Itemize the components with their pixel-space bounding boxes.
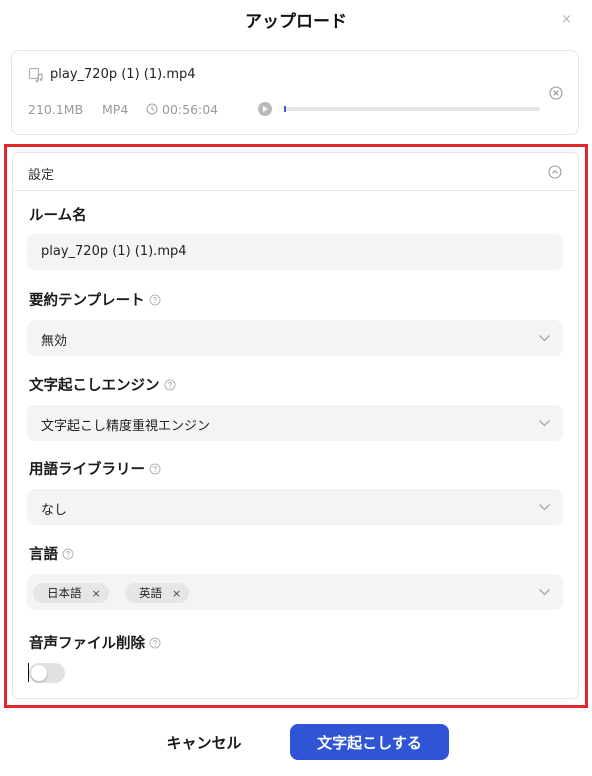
engine-label-text: 文字起こしエンジン — [29, 378, 160, 394]
question-circle-icon[interactable] — [149, 637, 161, 649]
playback-progress[interactable] — [284, 106, 540, 112]
toggle-knob — [31, 665, 47, 681]
language-tag: 英語 × — [125, 583, 190, 603]
close-icon[interactable]: × — [561, 13, 572, 26]
chevron-down-icon — [539, 335, 550, 342]
delete-audio-label-text: 音声ファイル削除 — [29, 636, 145, 652]
engine-label: 文字起こしエンジン — [29, 374, 176, 395]
focus-caret — [28, 663, 29, 682]
language-label: 言語 — [29, 543, 74, 564]
room-name-input[interactable]: play_720p (1) (1).mp4 — [27, 234, 563, 270]
term-library-value: なし — [41, 503, 68, 518]
summary-template-value: 無効 — [41, 334, 68, 349]
language-tag: 日本語 × — [33, 583, 109, 603]
playback-progress-fill — [284, 106, 286, 112]
file-size: 210.1MB — [28, 101, 84, 117]
language-tag-label: 英語 — [139, 586, 162, 600]
term-library-label-text: 用語ライブラリー — [29, 462, 145, 478]
question-circle-icon[interactable] — [164, 379, 176, 391]
language-label-text: 言語 — [29, 547, 58, 563]
play-icon[interactable] — [258, 102, 272, 116]
summary-template-label-text: 要約テンプレート — [29, 293, 145, 309]
transcribe-button[interactable]: 文字起こしする — [290, 724, 449, 760]
audio-file-icon — [28, 67, 43, 83]
engine-value: 文字起こし精度重視エンジン — [41, 419, 211, 434]
language-tag-label: 日本語 — [47, 586, 82, 600]
summary-template-label: 要約テンプレート — [29, 289, 161, 310]
term-library-select[interactable]: なし — [27, 489, 563, 525]
room-name-label: ルーム名 — [29, 204, 87, 225]
engine-select[interactable]: 文字起こし精度重視エンジン — [27, 405, 563, 441]
chevron-down-icon — [539, 504, 550, 511]
dialog-title: アップロード — [245, 12, 347, 32]
question-circle-icon[interactable] — [149, 294, 161, 306]
settings-header[interactable]: 設定 — [13, 153, 578, 191]
clock-icon — [146, 103, 158, 115]
tag-remove-icon[interactable]: × — [172, 587, 181, 600]
delete-audio-label: 音声ファイル削除 — [29, 632, 161, 653]
chevron-up-circle-icon[interactable] — [548, 165, 562, 179]
language-select[interactable]: 日本語 × 英語 × — [27, 574, 563, 610]
settings-title: 設定 — [28, 168, 55, 183]
tag-remove-icon[interactable]: × — [92, 587, 101, 600]
file-meta: 210.1MB MP4 00:56:04 — [28, 101, 540, 117]
term-library-label: 用語ライブラリー — [29, 458, 161, 479]
close-circle-icon[interactable] — [549, 86, 563, 100]
summary-template-select[interactable]: 無効 — [27, 320, 563, 356]
question-circle-icon[interactable] — [62, 548, 74, 560]
file-name: play_720p (1) (1).mp4 — [50, 67, 196, 82]
settings-panel: 設定 ルーム名 play_720p (1) (1).mp4 要約テンプレート 無… — [12, 152, 579, 699]
file-card: play_720p (1) (1).mp4 210.1MB MP4 00:56:… — [11, 50, 579, 135]
upload-dialog: アップロード × play_720p (1) (1).mp4 210.1MB M… — [0, 0, 592, 776]
chevron-down-icon — [539, 420, 550, 427]
question-circle-icon[interactable] — [149, 463, 161, 475]
delete-audio-toggle[interactable] — [29, 663, 65, 683]
file-format: MP4 — [102, 101, 129, 117]
room-name-label-text: ルーム名 — [29, 208, 87, 224]
chevron-down-icon — [539, 589, 550, 596]
file-duration: 00:56:04 — [162, 101, 219, 117]
cancel-button[interactable]: キャンセル — [147, 724, 261, 760]
room-name-value: play_720p (1) (1).mp4 — [41, 244, 187, 259]
